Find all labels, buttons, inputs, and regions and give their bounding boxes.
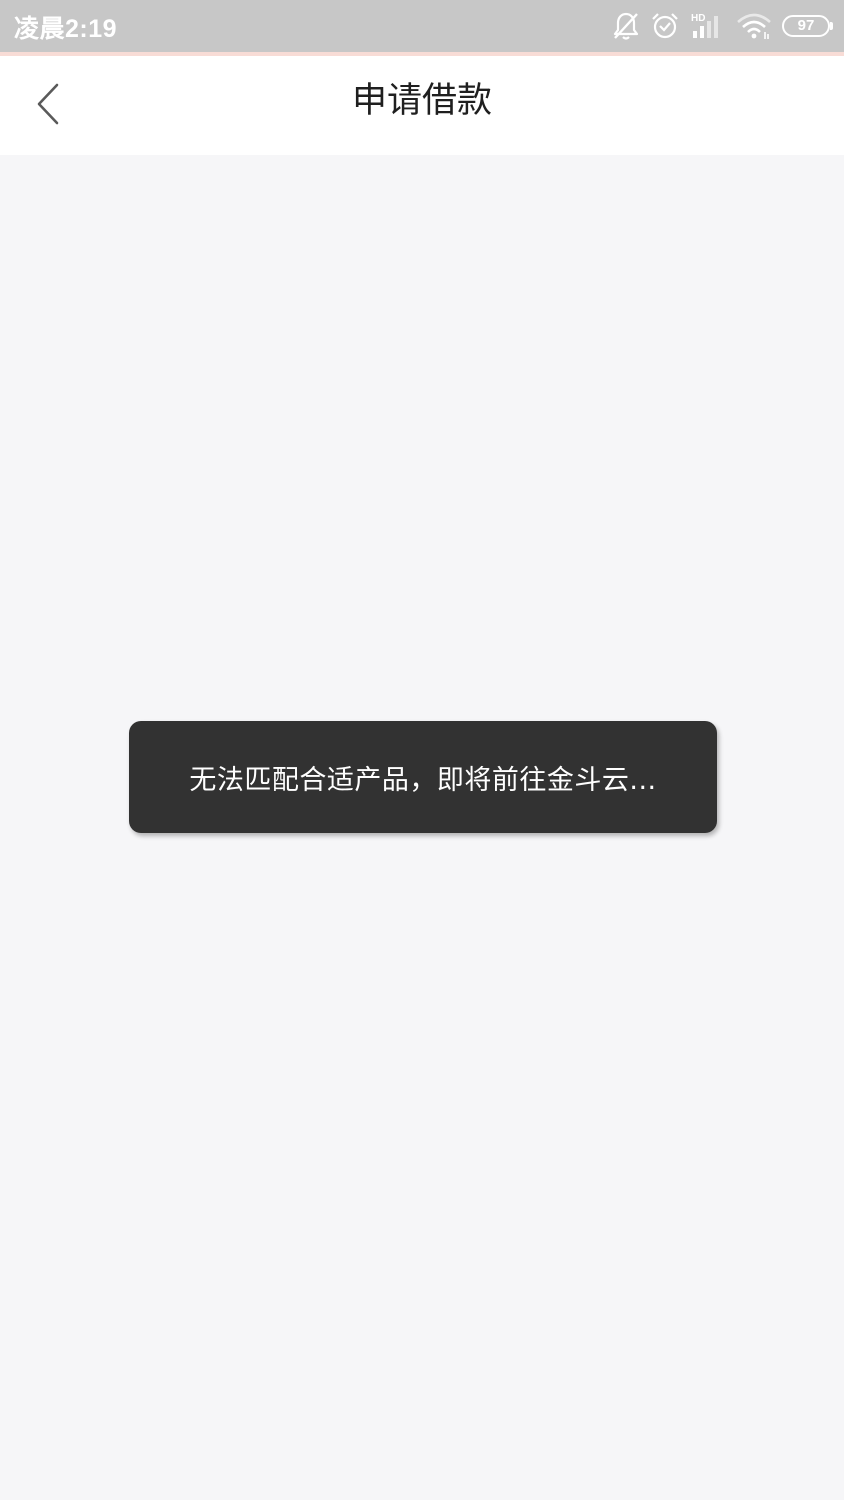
status-icons: HD 97 xyxy=(612,0,833,52)
wifi-icon xyxy=(736,12,772,40)
network-label: HD xyxy=(691,13,705,24)
battery-icon: 97 xyxy=(782,15,833,37)
status-time: 凌晨2:19 xyxy=(14,15,118,43)
navigation-bar: 申请借款 xyxy=(0,56,844,155)
toast-message: 无法匹配合适产品，即将前往金斗云... xyxy=(189,764,657,796)
hd-signal-icon: HD xyxy=(690,11,726,41)
bell-off-icon xyxy=(612,11,640,41)
alarm-icon xyxy=(650,11,680,41)
battery-level: 97 xyxy=(797,17,815,34)
status-bar: 凌晨2:19 HD 97 xyxy=(0,0,844,52)
page-title: 申请借款 xyxy=(351,81,492,121)
toast-notification: 无法匹配合适产品，即将前往金斗云... xyxy=(129,721,717,833)
